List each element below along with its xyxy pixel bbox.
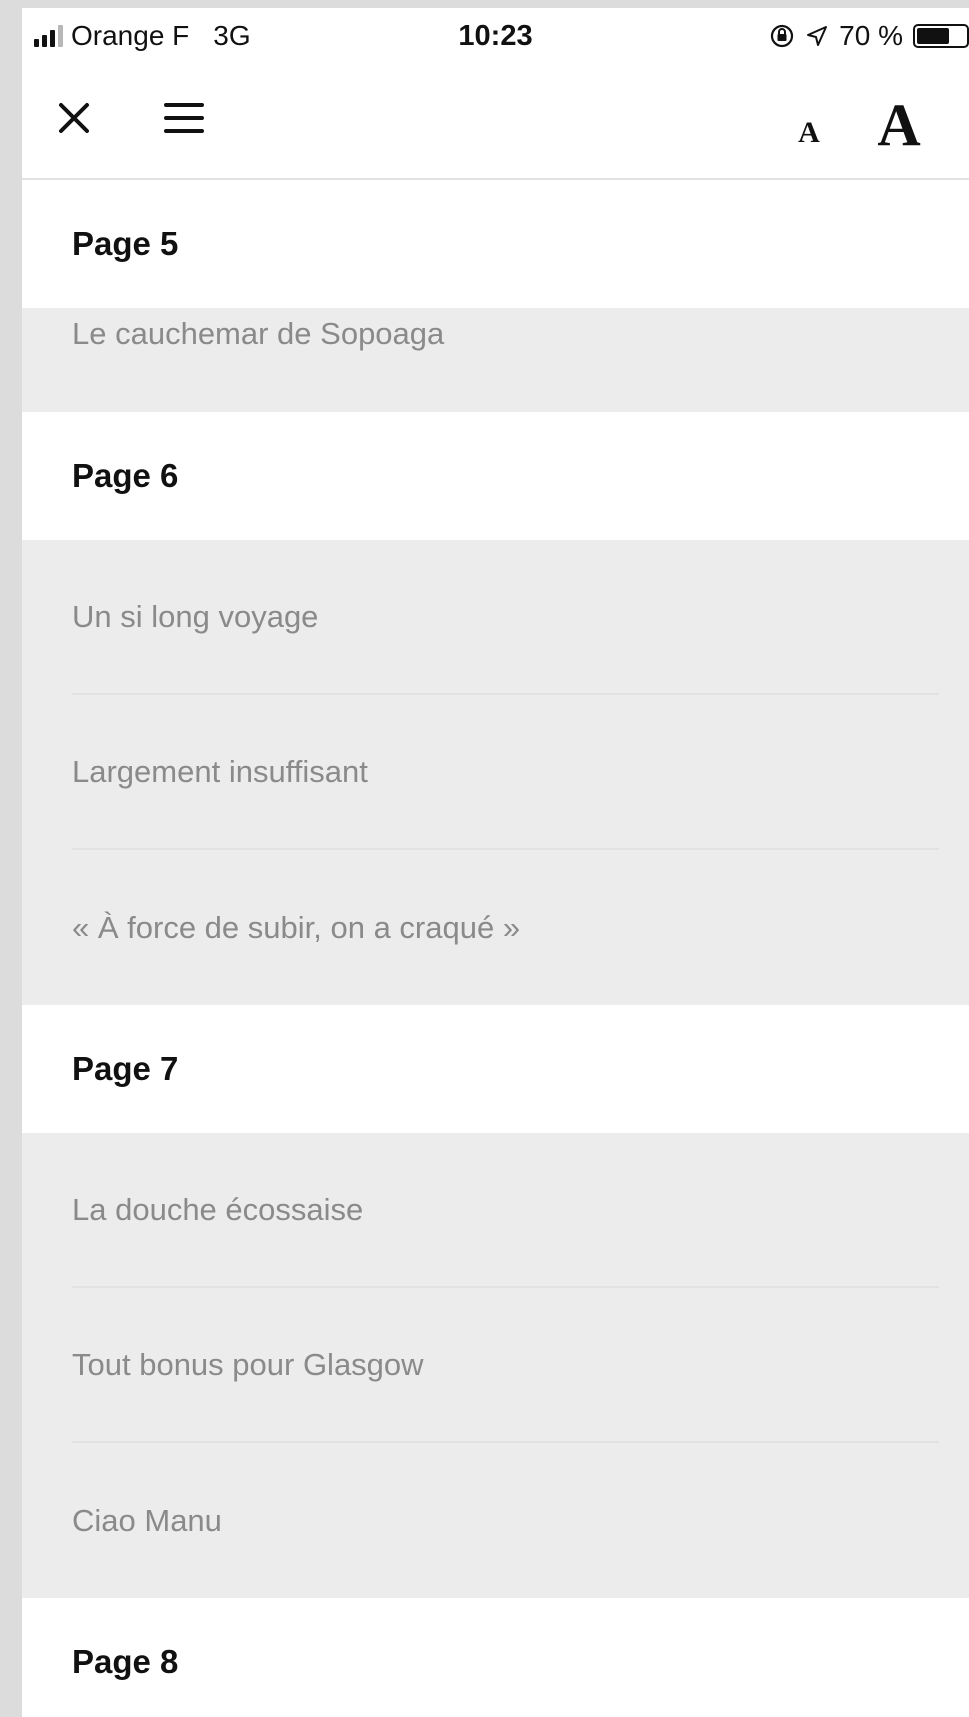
battery-icon [913, 24, 969, 48]
close-icon [59, 103, 89, 133]
decrease-font-button[interactable]: A [789, 108, 829, 158]
article-item[interactable]: La douche écossaise [72, 1133, 939, 1288]
page-section: La douche écossaise Tout bonus pour Glas… [22, 1133, 969, 1598]
status-bar: Orange F 3G 10:23 70 % [22, 8, 969, 68]
phone-screen: Orange F 3G 10:23 70 % A A Page 5 Le cau… [22, 8, 969, 1717]
rotation-lock-icon [771, 24, 794, 48]
page-header[interactable]: Page 7 [22, 1005, 969, 1133]
reader-toolbar: A A [22, 68, 969, 180]
article-item[interactable]: Largement insuffisant [72, 695, 939, 850]
article-item[interactable]: Tout bonus pour Glasgow [72, 1288, 939, 1443]
increase-font-button[interactable]: A [869, 90, 929, 160]
page-header[interactable]: Page 8 [22, 1598, 969, 1717]
article-item[interactable]: Le cauchemar de Sopoaga [72, 308, 939, 412]
table-of-contents: Page 5 Le cauchemar de Sopoaga Page 6 Un… [22, 180, 969, 1717]
page-header[interactable]: Page 5 [22, 180, 969, 308]
page-section: Le cauchemar de Sopoaga [22, 308, 969, 412]
article-item[interactable]: Un si long voyage [72, 540, 939, 695]
close-button[interactable] [50, 94, 98, 142]
page-section: Un si long voyage Largement insuffisant … [22, 540, 969, 1005]
battery-percent: 70 % [839, 20, 903, 51]
page-header[interactable]: Page 6 [22, 412, 969, 540]
menu-button[interactable] [160, 94, 208, 142]
article-item[interactable]: « À force de subir, on a craqué » [72, 850, 939, 1005]
location-arrow-icon [807, 26, 828, 46]
article-item[interactable]: Ciao Manu [72, 1443, 939, 1598]
menu-icon [164, 103, 204, 133]
